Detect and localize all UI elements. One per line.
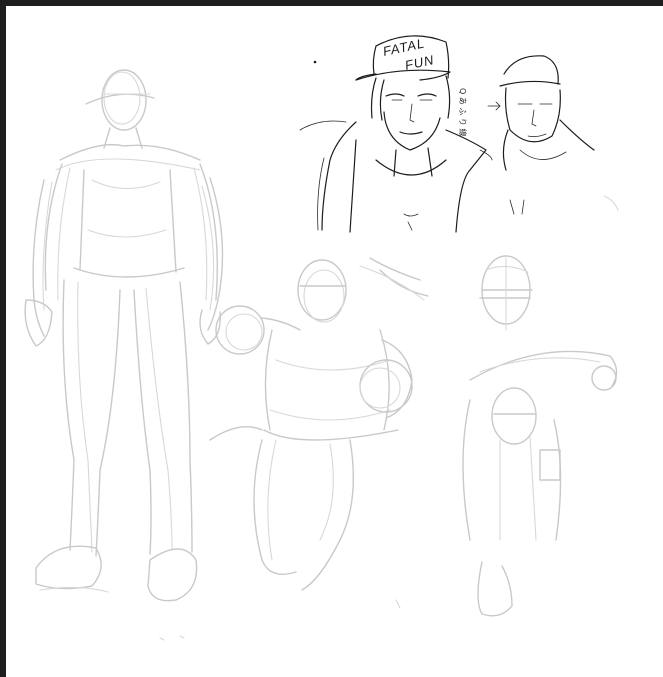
ink-character-sketch: FATAL FUN Q あ ふ り 線 [299, 35, 619, 233]
side-note: Q あ ふ り 線 [458, 88, 468, 136]
sketch-layer: FATAL FUN Q あ ふ り 線 [24, 35, 619, 641]
standing-figure-sketch [24, 69, 224, 602]
lunging-figure-sketch [209, 257, 429, 591]
cap-text-line2: FUN [404, 52, 436, 73]
canvas-frame: FATAL FUN Q あ ふ り 線 [0, 0, 663, 677]
head-study-sketch [479, 255, 533, 331]
drawing-canvas[interactable]: FATAL FUN Q あ ふ り 線 [6, 6, 663, 677]
hunched-figure-sketch [462, 350, 618, 617]
stray-marks [159, 599, 401, 641]
